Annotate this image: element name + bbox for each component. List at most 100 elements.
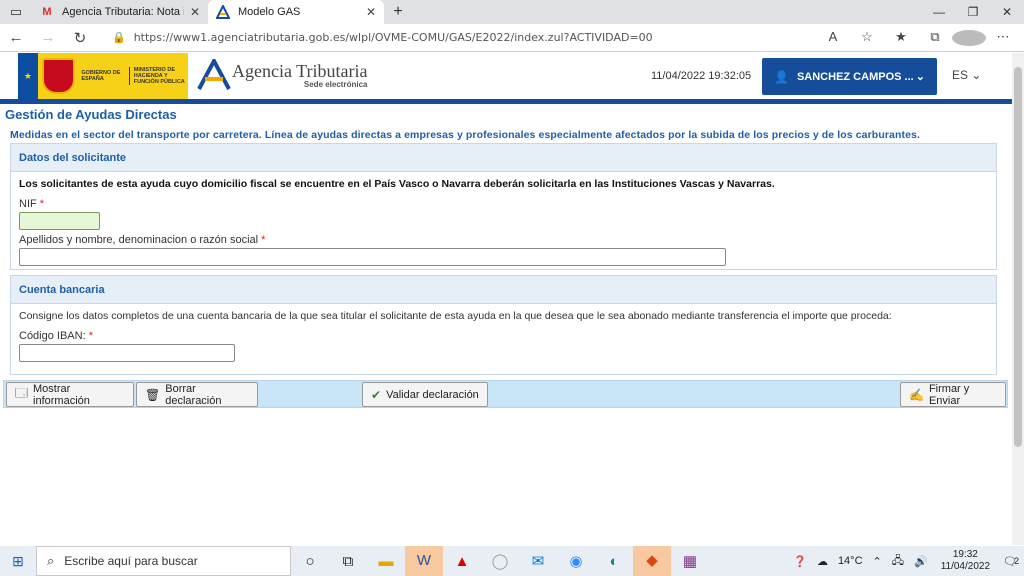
user-icon: 👤 bbox=[774, 69, 789, 84]
cuenta-notice: Consigne los datos completos de una cuen… bbox=[19, 310, 892, 322]
nif-label: NIF * bbox=[19, 198, 44, 210]
validate-declaration-label: Validar declaración bbox=[386, 388, 479, 401]
windows-start-icon[interactable]: ⊞ bbox=[0, 553, 36, 570]
agencia-tributaria-mark-icon bbox=[196, 56, 232, 91]
delete-declaration-label: Borrar declaración bbox=[165, 382, 222, 407]
favorite-icon[interactable]: ☆ bbox=[850, 29, 884, 46]
name-field[interactable] bbox=[19, 248, 726, 266]
new-tab-icon[interactable]: + bbox=[384, 3, 412, 21]
hp-icon[interactable]: ◯ bbox=[481, 552, 519, 570]
address-bar: ← → ↻ 🔒 https://www1.agenciatributaria.g… bbox=[0, 24, 1024, 52]
solicitante-notice: Los solicitantes de esta ayuda cuyo domi… bbox=[19, 178, 775, 190]
iban-label-text: Código IBAN: bbox=[19, 330, 86, 342]
vertical-scrollbar[interactable] bbox=[1012, 53, 1024, 545]
close-tab-icon[interactable]: ✕ bbox=[366, 5, 376, 19]
required-mark: * bbox=[39, 198, 45, 210]
coat-of-arms-icon bbox=[41, 58, 76, 94]
solicitante-panel: Datos del solicitante Los solicitantes d… bbox=[10, 143, 997, 270]
iban-field[interactable] bbox=[19, 344, 235, 362]
clock[interactable]: 19:32 11/04/2022 bbox=[941, 549, 990, 573]
tab-modelo-gas[interactable]: Modelo GAS ✕ bbox=[208, 0, 384, 24]
government-logo[interactable]: ★ GOBIERNO DE ESPAÑA MINISTERIO DE HACIE… bbox=[18, 53, 188, 99]
language-selector[interactable]: ES ⌄ bbox=[952, 68, 981, 82]
ministry-text: MINISTERIO DE HACIENDA Y FUNCIÓN PÚBLICA bbox=[128, 67, 188, 85]
refresh-icon[interactable]: ↻ bbox=[64, 29, 96, 47]
minimize-icon[interactable]: — bbox=[922, 0, 956, 24]
iban-label: Código IBAN: * bbox=[19, 330, 93, 342]
site-header: ★ GOBIERNO DE ESPAÑA MINISTERIO DE HACIE… bbox=[0, 53, 1012, 99]
nif-field[interactable] bbox=[19, 212, 100, 230]
tab-title: Agencia Tributaria: Nota informa bbox=[62, 6, 184, 18]
acrobat-icon[interactable]: ▲ bbox=[443, 553, 481, 570]
sign-icon: ✍ bbox=[909, 387, 924, 402]
nif-label-text: NIF bbox=[19, 198, 37, 210]
taskbar: ⊞ ⌕ Escribe aquí para buscar ○ ⧉ ▬ W ▲ ◯… bbox=[0, 546, 1024, 576]
tab-actions-icon[interactable]: ▭ bbox=[0, 0, 32, 24]
scrollbar-thumb[interactable] bbox=[1014, 67, 1022, 447]
name-label: Apellidos y nombre, denominacion o razón… bbox=[19, 234, 265, 246]
delete-declaration-button[interactable]: 🗑 Borrar declaración bbox=[136, 382, 258, 407]
show-info-label: Mostrar información bbox=[33, 382, 90, 407]
favorites-list-icon[interactable]: ★ bbox=[884, 29, 918, 46]
read-aloud-icon[interactable]: A bbox=[816, 29, 850, 46]
help-icon[interactable]: ❓ bbox=[793, 555, 807, 568]
chevron-down-icon: ⌄ bbox=[971, 68, 982, 82]
back-icon[interactable]: ← bbox=[0, 29, 32, 46]
session-datetime: 11/04/2022 19:32:05 bbox=[651, 70, 752, 82]
clock-date: 11/04/2022 bbox=[940, 561, 991, 572]
autofirma-icon[interactable]: ◆ bbox=[633, 546, 671, 576]
lock-icon[interactable]: 🔒 bbox=[112, 31, 126, 44]
tab-title: Modelo GAS bbox=[238, 6, 301, 18]
validate-declaration-button[interactable]: ✔ Validar declaración bbox=[362, 382, 488, 407]
taskbar-search[interactable]: ⌕ Escribe aquí para buscar bbox=[36, 546, 291, 576]
zoom-icon[interactable]: ◉ bbox=[557, 552, 595, 570]
window-controls: — ❐ ✕ bbox=[922, 0, 1024, 24]
close-tab-icon[interactable]: ✕ bbox=[190, 5, 200, 19]
close-window-icon[interactable]: ✕ bbox=[990, 0, 1024, 24]
gmail-icon: M bbox=[42, 6, 52, 18]
sign-and-send-button[interactable]: ✍ Firmar y Enviar bbox=[900, 382, 1006, 407]
weather-icon[interactable]: ☁ bbox=[817, 555, 828, 568]
agency-sub: Sede electrónica bbox=[303, 79, 368, 89]
browser-toolbar-icons: A ☆ ★ ⧉ ⋯ bbox=[816, 29, 1020, 46]
network-icon[interactable]: 🖧 bbox=[892, 552, 904, 571]
tab-gmail[interactable]: M Agencia Tributaria: Nota informa ✕ bbox=[32, 0, 208, 24]
user-name: SANCHEZ CAMPOS ... bbox=[796, 70, 914, 83]
trash-icon: 🗑 bbox=[145, 387, 161, 402]
eu-flag-icon: ★ bbox=[18, 53, 38, 99]
restore-icon[interactable]: ❐ bbox=[956, 0, 990, 24]
winrar-icon[interactable]: ▦ bbox=[671, 552, 709, 570]
agencia-tributaria-icon bbox=[216, 5, 230, 19]
agency-name: Agencia Tributaria bbox=[232, 60, 368, 81]
temperature[interactable]: 14°C bbox=[838, 555, 863, 567]
more-icon[interactable]: ⋯ bbox=[986, 29, 1020, 46]
file-explorer-icon[interactable]: ▬ bbox=[367, 553, 405, 570]
chevron-up-icon[interactable]: ⌃ bbox=[873, 555, 882, 568]
url-text: https://www1.agenciatributaria.gob.es/wl… bbox=[133, 31, 653, 44]
forward-icon[interactable]: → bbox=[32, 29, 64, 46]
gov-text: GOBIERNO DE ESPAÑA bbox=[81, 70, 121, 82]
agencia-tributaria-logo[interactable]: Agencia Tributaria Sede electrónica bbox=[196, 56, 368, 91]
word-icon[interactable]: W bbox=[405, 546, 443, 576]
solicitante-heading: Datos del solicitante bbox=[11, 144, 996, 172]
language-code: ES bbox=[952, 68, 969, 82]
search-icon: ⌕ bbox=[47, 553, 55, 568]
chevron-down-icon: ⌄ bbox=[915, 71, 925, 83]
volume-icon[interactable]: 🔊 bbox=[914, 555, 928, 568]
browser-tab-strip: ▭ M Agencia Tributaria: Nota informa ✕ M… bbox=[0, 0, 1024, 24]
cortana-icon[interactable]: ○ bbox=[291, 553, 329, 570]
page-title: Gestión de Ayudas Directas bbox=[5, 107, 177, 122]
mail-icon[interactable]: ✉ bbox=[519, 552, 557, 570]
url-field[interactable]: 🔒 https://www1.agenciatributaria.gob.es/… bbox=[102, 27, 802, 49]
required-mark: * bbox=[88, 330, 93, 342]
show-info-button[interactable]: 🗔 Mostrar información bbox=[6, 382, 134, 407]
cuenta-panel: Cuenta bancaria Consigne los datos compl… bbox=[10, 275, 997, 375]
system-tray: ❓ ☁ 14°C ⌃ 🖧 🔊 19:32 11/04/2022 🗨 2 bbox=[788, 549, 1024, 573]
taskbar-search-placeholder: Escribe aquí para buscar bbox=[64, 554, 198, 568]
profile-icon[interactable] bbox=[952, 29, 986, 46]
task-view-icon[interactable]: ⧉ bbox=[329, 553, 367, 570]
edge-icon[interactable]: ◐ bbox=[595, 553, 633, 570]
collections-icon[interactable]: ⧉ bbox=[918, 29, 952, 46]
info-window-icon: 🗔 bbox=[15, 386, 29, 400]
user-menu-button[interactable]: 👤 SANCHEZ CAMPOS ... ⌄ bbox=[762, 58, 937, 95]
